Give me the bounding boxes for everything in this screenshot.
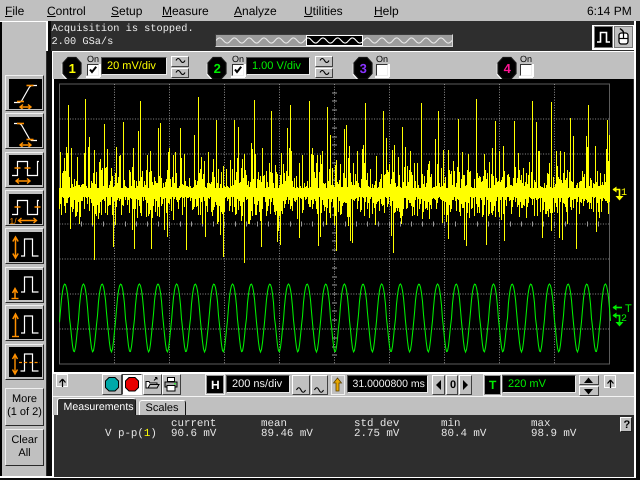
svg-text:3: 3 <box>360 61 367 76</box>
svg-text:2: 2 <box>621 314 627 325</box>
svg-text:1: 1 <box>69 61 76 76</box>
svg-text:1: 1 <box>621 188 627 199</box>
svg-text:1/: 1/ <box>9 216 17 224</box>
svg-text:2: 2 <box>214 61 221 76</box>
svg-text:4: 4 <box>504 61 512 76</box>
